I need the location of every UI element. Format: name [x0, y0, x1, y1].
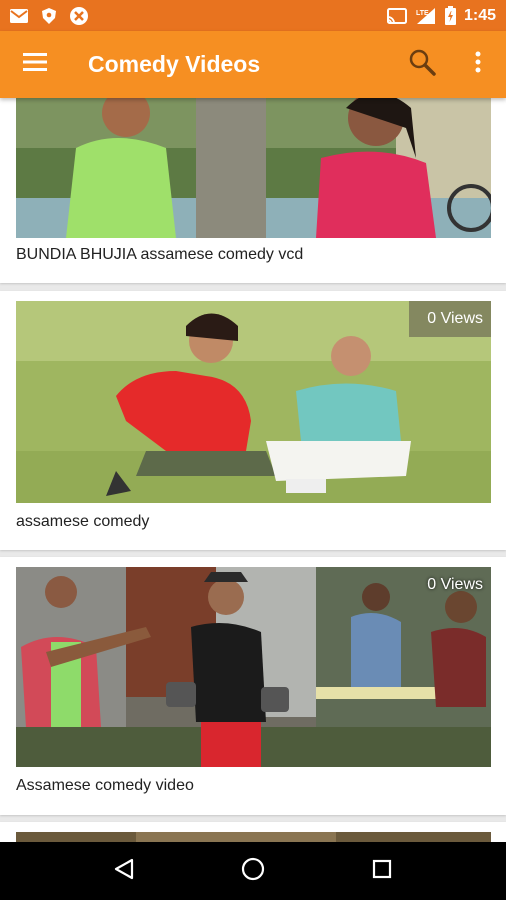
views-badge: 0 Views	[427, 576, 483, 593]
battery-icon	[444, 6, 456, 25]
more-vert-icon	[475, 51, 481, 78]
video-card[interactable]: 0 Views Assamese comedy video	[0, 557, 506, 815]
video-card[interactable]: 0 Views assamese comedy	[0, 291, 506, 550]
home-circle-icon	[241, 857, 265, 886]
shield-icon	[42, 7, 56, 24]
back-button[interactable]	[94, 842, 154, 900]
recents-button[interactable]	[352, 842, 412, 900]
video-card[interactable]	[0, 822, 506, 842]
search-button[interactable]	[394, 31, 450, 98]
lte-signal-icon: LTE	[415, 7, 437, 25]
app-icon	[70, 6, 88, 25]
status-bar: LTE 1:45	[0, 0, 506, 31]
video-thumbnail[interactable]	[16, 832, 491, 842]
video-list: BUNDIA BHUJIA assamese comedy vcd 0 View…	[0, 98, 506, 842]
app-bar: Comedy Videos	[0, 31, 506, 98]
menu-button[interactable]	[0, 31, 70, 98]
cast-icon	[386, 7, 407, 24]
back-triangle-icon	[114, 858, 134, 885]
overflow-menu-button[interactable]	[450, 31, 506, 98]
video-thumbnail[interactable]	[16, 98, 491, 238]
video-title: BUNDIA BHUJIA assamese comedy vcd	[16, 246, 304, 263]
search-icon	[408, 48, 436, 81]
navigation-bar	[0, 842, 506, 900]
recents-square-icon	[372, 859, 392, 884]
video-thumbnail[interactable]: 0 Views	[16, 301, 491, 503]
app-title: Comedy Videos	[88, 51, 261, 77]
status-time: 1:45	[463, 6, 496, 24]
video-title: Assamese comedy video	[16, 777, 194, 794]
home-button[interactable]	[223, 842, 283, 900]
video-thumbnail[interactable]: 0 Views	[16, 567, 491, 767]
views-badge: 0 Views	[409, 301, 491, 337]
video-title: assamese comedy	[16, 513, 150, 530]
svg-text:LTE: LTE	[416, 10, 429, 17]
video-card[interactable]: BUNDIA BHUJIA assamese comedy vcd	[0, 98, 506, 283]
gmail-icon	[10, 8, 28, 23]
hamburger-menu-icon	[23, 53, 47, 76]
screen: LTE 1:45 Comedy Videos BUNDIA BHUJIA ass…	[0, 0, 506, 900]
